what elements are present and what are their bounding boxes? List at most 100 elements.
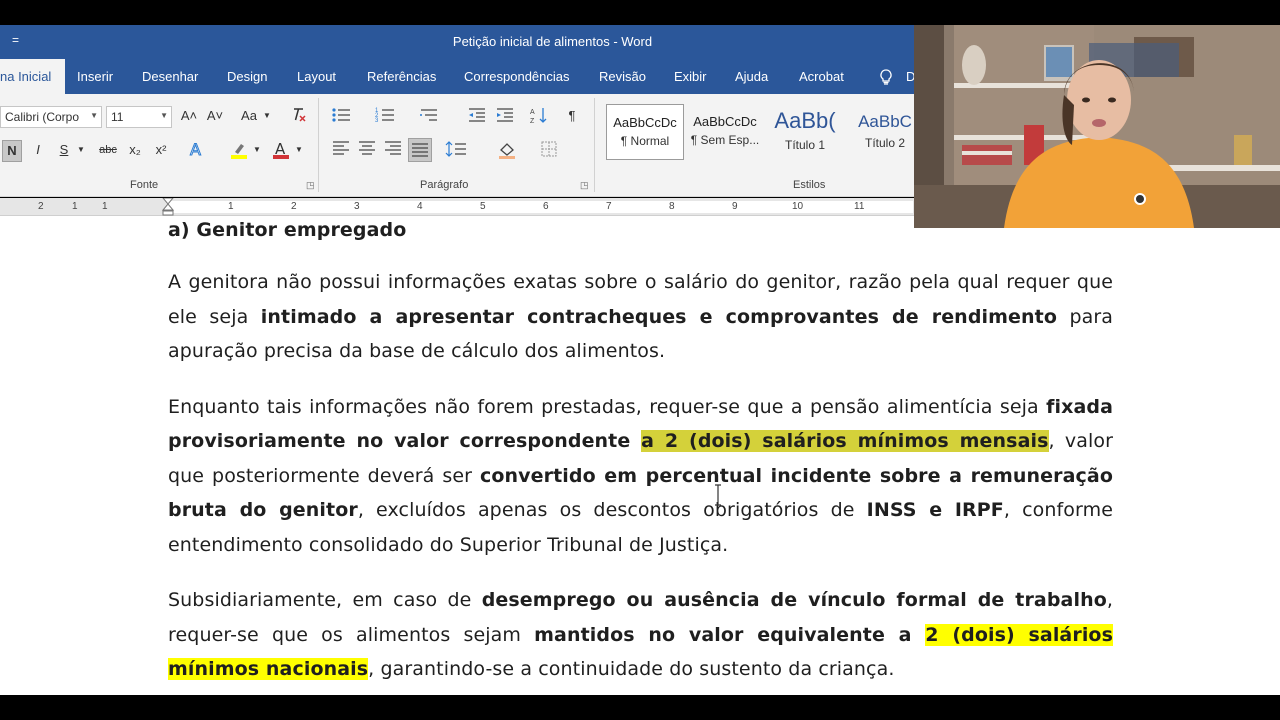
style-name: ¶ Normal [620,134,670,148]
screen: = Petição inicial de alimentos - Word na… [0,0,1280,720]
style-sample: AaBbC [858,112,912,131]
ruler-number: 2 [291,201,297,212]
indent-marker-icon[interactable] [162,198,174,216]
clear-formatting-icon[interactable] [288,106,310,130]
chevron-down-icon[interactable]: ▼ [76,140,86,160]
ruler-number: 8 [669,201,675,212]
style-sample: AaBb( [774,108,836,133]
justify-icon[interactable] [408,138,432,162]
style-name: Título 2 [864,136,906,150]
chevron-down-icon: ▼ [90,111,98,120]
document-page[interactable]: a) Genitor empregado A genitora não poss… [0,216,1280,695]
underline-button[interactable]: S [56,140,72,160]
tab-acrobat[interactable]: Acrobat [799,69,844,84]
superscript-button[interactable]: x² [152,140,170,160]
change-case-button[interactable]: Aa [238,106,260,126]
text-run: Enquanto tais informações não forem pres… [168,395,1047,418]
dialog-launcher-icon[interactable]: ◳ [306,180,315,191]
svg-text:3: 3 [375,118,379,124]
shrink-font-button[interactable]: A˅ [206,106,224,126]
group-divider [594,98,595,192]
tab-home[interactable]: na Inicial [0,59,66,94]
chevron-down-icon[interactable]: ▼ [294,140,304,160]
sort-icon[interactable]: AZ [528,106,550,130]
style-heading-1[interactable]: AaBb( Título 1 [766,104,844,160]
text-effects-icon[interactable]: A [186,140,208,164]
bullets-icon[interactable] [330,106,352,130]
style-heading-2[interactable]: AaBbC Título 2 [846,104,924,160]
borders-icon[interactable] [538,140,560,164]
ruler-number: 7 [606,201,612,212]
align-right-icon[interactable] [382,140,404,162]
paragraph-group-label: Parágrafo [420,179,469,191]
font-size-combo[interactable]: 11 ▼ [106,106,172,128]
align-center-icon[interactable] [356,140,378,162]
tab-draw[interactable]: Desenhar [142,69,198,84]
style-no-spacing[interactable]: AaBbCcDc ¶ Sem Esp... [686,104,764,160]
svg-text:A: A [190,140,201,158]
dialog-launcher-icon[interactable]: ◳ [580,180,589,191]
text-run: Subsidiariamente, em caso de [168,589,482,611]
numbering-icon[interactable]: 123 [374,106,396,130]
style-sample: AaBbCcDc [693,114,757,129]
ruler-number: 4 [417,201,423,212]
subscript-button[interactable]: x₂ [126,140,144,160]
paragraph-2: Enquanto tais informações não forem pres… [168,390,1113,563]
group-divider [318,98,319,192]
paragraph-1: A genitora não possui informações exatas… [168,265,1113,369]
bold-run: mantidos no valor equivalente a [534,623,926,646]
ruler-number: 3 [354,201,360,212]
tab-review[interactable]: Revisão [599,69,646,84]
text-cursor-icon [715,484,721,506]
ruler-number: 1 [72,201,78,212]
bold-run: INSS e IRPF [866,499,1004,521]
tab-design[interactable]: Design [227,69,267,84]
strikethrough-button[interactable]: abc [96,140,120,160]
font-size-value: 11 [111,110,124,124]
tab-view[interactable]: Exibir [674,69,707,84]
italic-button[interactable]: I [30,140,46,160]
style-normal[interactable]: AaBbCcDc ¶ Normal [606,104,684,160]
chevron-down-icon[interactable]: ▼ [252,140,262,160]
bold-run: desemprego ou ausência de vínculo formal… [481,589,1107,611]
decrease-indent-icon[interactable] [466,106,488,130]
document-text: a) Genitor empregado A genitora não poss… [168,216,1113,687]
font-group-label: Fonte [130,179,159,191]
tab-help[interactable]: Ajuda [735,69,768,84]
tab-layout[interactable]: Layout [297,69,336,84]
svg-text:A: A [530,109,535,116]
line-spacing-icon[interactable] [444,140,468,164]
tab-mailings[interactable]: Correspondências [464,69,570,84]
tab-insert[interactable]: Inserir [77,69,113,84]
style-name: Título 1 [784,138,826,152]
tab-references[interactable]: Referências [367,69,436,84]
ruler-number: 10 [792,201,804,212]
show-formatting-button[interactable]: ¶ [562,106,582,126]
ruler-number: 1 [102,201,108,212]
grow-font-button[interactable]: A˄ [180,106,198,126]
text-run: , garantindo-se a continuidade do susten… [368,658,895,680]
highlighted-run: a 2 (dois) salários mínimos mensais [641,430,1049,452]
bottom-letterbox [0,695,1280,720]
align-left-icon[interactable] [330,140,352,162]
ruler-number: 1 [228,201,234,212]
multilevel-list-icon[interactable] [418,106,440,130]
text-run: , excluídos apenas os descontos obrigató… [357,499,867,521]
font-name-combo[interactable]: Calibri (Corpo ▼ [0,106,102,128]
font-color-icon[interactable]: A [270,140,292,166]
font-name-value: Calibri (Corpo [5,110,80,124]
webcam-overlay [914,25,1280,228]
paragraph-3: Subsidiariamente, em caso de desemprego … [168,583,1113,687]
ruler-number: 5 [480,201,486,212]
increase-indent-icon[interactable] [494,106,516,130]
shading-icon[interactable] [496,140,518,166]
webcam-feed [914,25,1280,228]
styles-group-label: Estilos [793,179,826,191]
bold-button[interactable]: N [2,140,22,162]
ruler-number: 6 [543,201,549,212]
svg-text:Z: Z [530,118,535,124]
chevron-down-icon[interactable]: ▼ [262,106,272,126]
ruler-number: 11 [854,201,865,212]
highlight-color-icon[interactable] [228,140,250,166]
lightbulb-icon[interactable] [878,69,894,88]
